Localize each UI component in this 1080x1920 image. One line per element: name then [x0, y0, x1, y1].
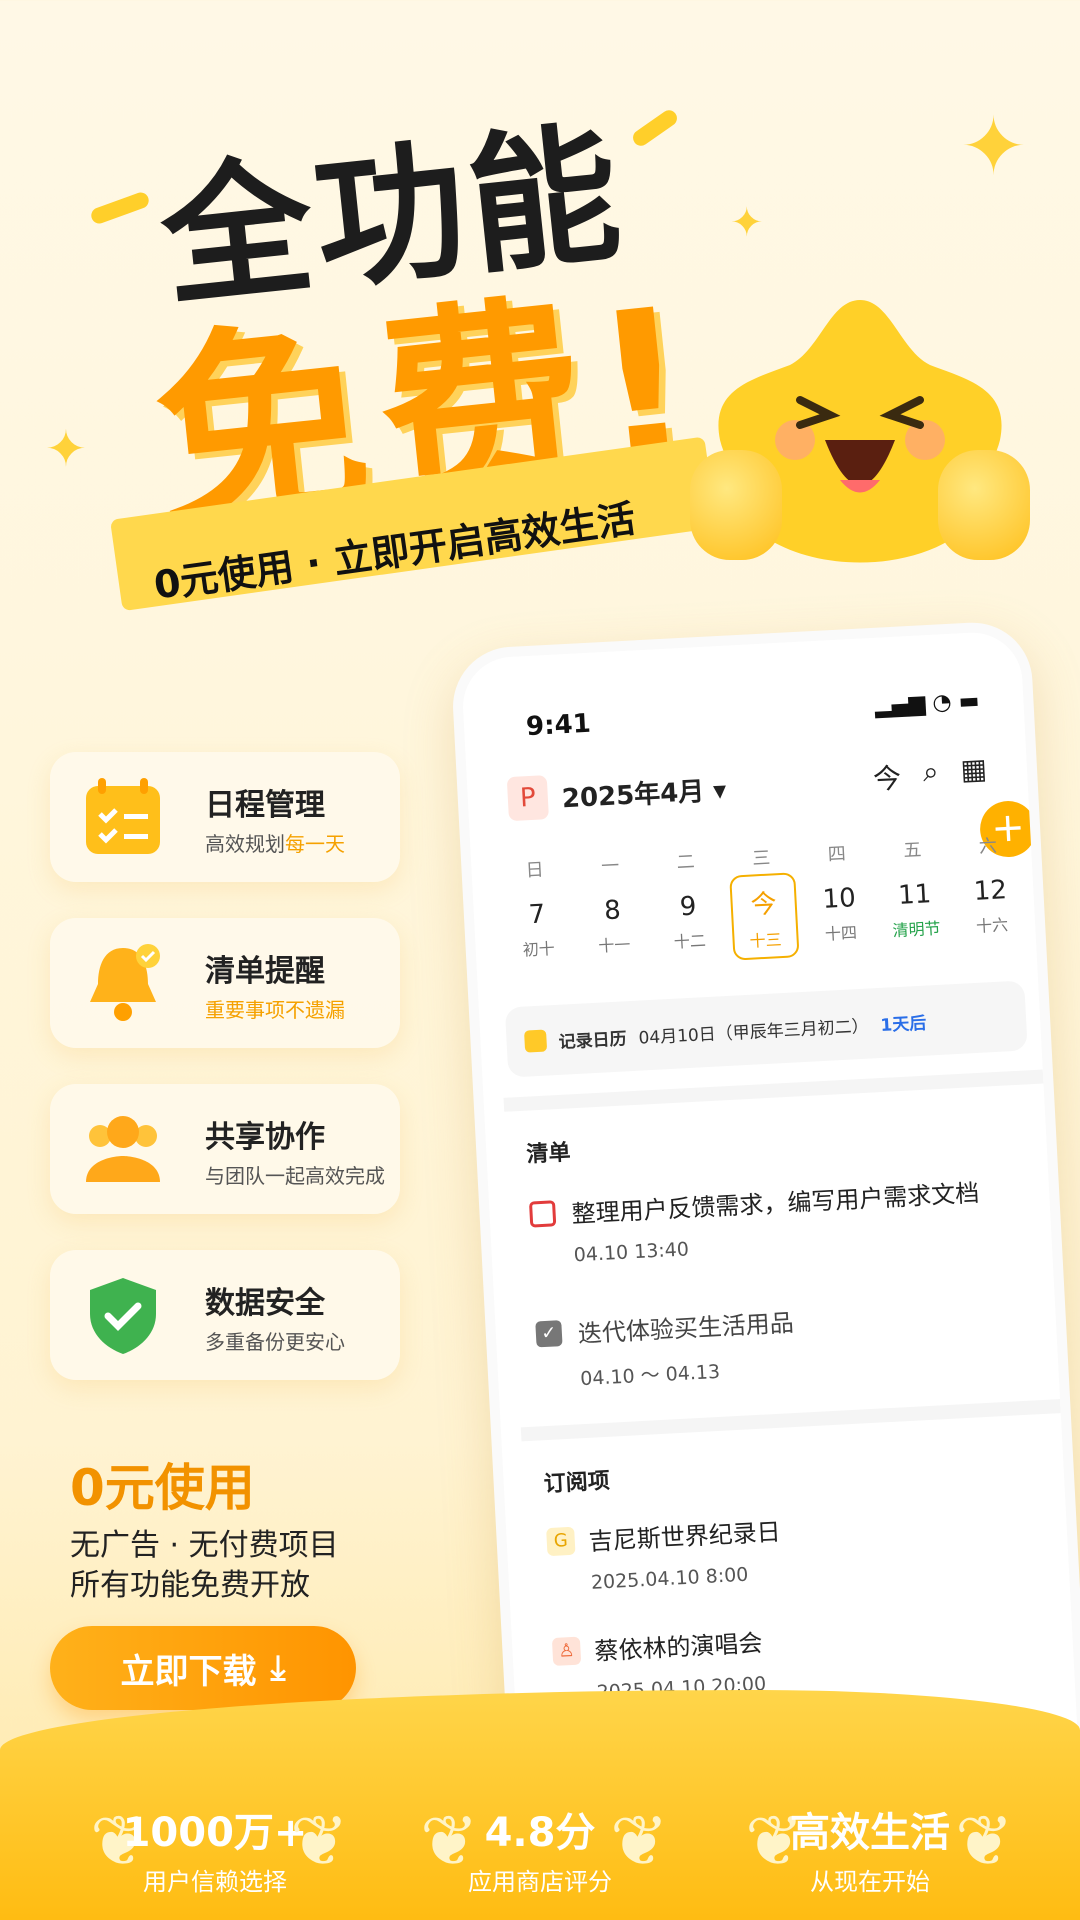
subscription-title[interactable]: 吉尼斯世界纪录日: [588, 1512, 782, 1557]
todo-checkbox-checked[interactable]: ✓: [535, 1320, 563, 1348]
bell-icon: [80, 940, 166, 1026]
grid-view-icon[interactable]: ▦: [960, 752, 989, 793]
feature-title: 清单提醒: [205, 954, 325, 989]
weekday-label: 四: [827, 843, 847, 866]
weekday-label: 五: [902, 839, 922, 862]
lunar-label: 初十: [522, 938, 556, 960]
lunar-label: 十二: [673, 931, 707, 952]
free-line-1: 无广告 · 无付费项目: [70, 1528, 339, 1563]
feature-subtitle: 重要事项不遗漏: [205, 998, 345, 1022]
week-strip: 日 7 初十 一 8 十一 二 9 十二 三今十三 四 10 十四 五 11 清明节 六 12 十六: [501, 830, 1026, 972]
lunar-label: 十四: [824, 923, 858, 944]
weekday-label: 一: [600, 855, 620, 878]
today-icon[interactable]: 今: [872, 757, 902, 798]
day-cell[interactable]: 六 12 十六: [954, 830, 1026, 948]
guinness-icon: G: [546, 1526, 576, 1557]
status-icons: ▂▄▆ ◔ ▬: [874, 688, 981, 719]
flag-icon[interactable]: P: [506, 775, 549, 822]
day-number: 8: [603, 895, 622, 927]
feature-subtitle: 多重备份更安心: [205, 1330, 345, 1354]
feature-card-schedule[interactable]: 日程管理 高效规划每一天: [50, 752, 400, 882]
record-calendar-row[interactable]: 记录日历 04月10日（甲辰年三月初二） 1天后: [504, 980, 1028, 1078]
weekday-label: 二: [676, 851, 696, 874]
subscription-time: 2025.04.10 8:00: [590, 1563, 749, 1594]
todo-text[interactable]: 整理用户反馈需求，编写用户需求文档: [571, 1173, 980, 1229]
status-time: 9:41: [525, 708, 592, 743]
lunar-label: 十六: [975, 915, 1009, 936]
divider: [520, 1399, 1061, 1442]
accent-stroke: [89, 190, 151, 226]
feature-subtitle: 与团队一起高效完成: [205, 1164, 385, 1188]
free-title: 0元使用: [70, 1459, 255, 1517]
day-cell[interactable]: 一 8 十一: [576, 850, 648, 968]
record-date: 04月10日（甲辰年三月初二）: [638, 1016, 870, 1049]
todo-time: 04.10 ～ 04.13: [579, 1360, 721, 1391]
sparkle-decor: ✦: [730, 200, 764, 246]
laurel-right-icon: ❦: [290, 1800, 349, 1882]
sparkle-decor: ✦: [960, 100, 1028, 193]
festival-label: 清明节: [892, 918, 942, 941]
free-line-2: 所有功能免费开放: [70, 1568, 310, 1603]
weekday-label: 三: [751, 847, 771, 870]
weekday-label: 六: [978, 835, 998, 858]
day-number: 11: [897, 879, 933, 911]
divider: [503, 1069, 1044, 1112]
record-countdown: 1天后: [879, 1013, 927, 1036]
subscriptions-title: 订阅项: [543, 1468, 611, 1498]
record-icon: [524, 1029, 548, 1053]
download-icon: ⤓: [270, 1648, 286, 1688]
list-section-title: 清单: [525, 1140, 572, 1168]
laurel-right-icon: ❦: [610, 1800, 669, 1882]
feature-title: 日程管理: [205, 788, 325, 823]
toolbar-icons: 今 ⌕ ▦: [872, 752, 988, 798]
todo-checkbox[interactable]: [528, 1200, 557, 1228]
day-cell[interactable]: 二 9 十二: [652, 846, 724, 964]
feature-title: 共享协作: [205, 1120, 325, 1155]
feature-card-reminder[interactable]: 清单提醒 重要事项不遗漏: [50, 918, 400, 1048]
thumb-left: [690, 450, 782, 560]
sparkle-decor: ✦: [45, 420, 87, 478]
lunar-label: 十一: [597, 934, 631, 956]
todo-time: 04.10 13:40: [573, 1238, 690, 1267]
download-label: 立即下载: [120, 1651, 257, 1692]
weekday-label: 日: [525, 859, 545, 882]
calendar-icon: [80, 774, 166, 860]
record-label: 记录日历: [558, 1028, 628, 1053]
feature-card-collab[interactable]: 共享协作 与团队一起高效完成: [50, 1084, 400, 1214]
laurel-right-icon: ❦: [955, 1800, 1014, 1882]
concert-icon: ♙: [551, 1636, 582, 1666]
todo-text[interactable]: 迭代体验买生活用品: [577, 1303, 795, 1349]
search-icon[interactable]: ⌕: [922, 755, 940, 796]
month-selector[interactable]: 2025年4月 ▾: [561, 770, 727, 816]
team-icon: [80, 1106, 166, 1192]
day-cell-today[interactable]: 三今十三: [728, 842, 800, 961]
day-number: 今: [749, 889, 778, 921]
feature-subtitle: 高效规划每一天: [205, 832, 345, 856]
day-number: 7: [527, 899, 547, 931]
today-marker: 今十三: [729, 872, 800, 961]
day-cell[interactable]: 五 11 清明节: [879, 834, 951, 952]
feature-card-security[interactable]: 数据安全 多重备份更安心: [50, 1250, 400, 1380]
day-cell[interactable]: 日 7 初十: [501, 854, 573, 972]
shield-icon: [80, 1272, 166, 1358]
feature-title: 数据安全: [205, 1286, 325, 1321]
star-mascot: [690, 280, 1030, 580]
day-cell[interactable]: 四 10 十四: [803, 838, 875, 956]
lunar-label: 十三: [749, 930, 783, 951]
accent-stroke: [629, 107, 681, 149]
day-number: 9: [679, 891, 698, 923]
day-number: 12: [972, 875, 1008, 907]
thumb-right: [938, 450, 1030, 560]
subscription-title[interactable]: 蔡依林的演唱会: [594, 1623, 764, 1667]
day-number: 10: [821, 883, 857, 915]
download-button[interactable]: 立即下载 ⤓: [50, 1626, 356, 1710]
